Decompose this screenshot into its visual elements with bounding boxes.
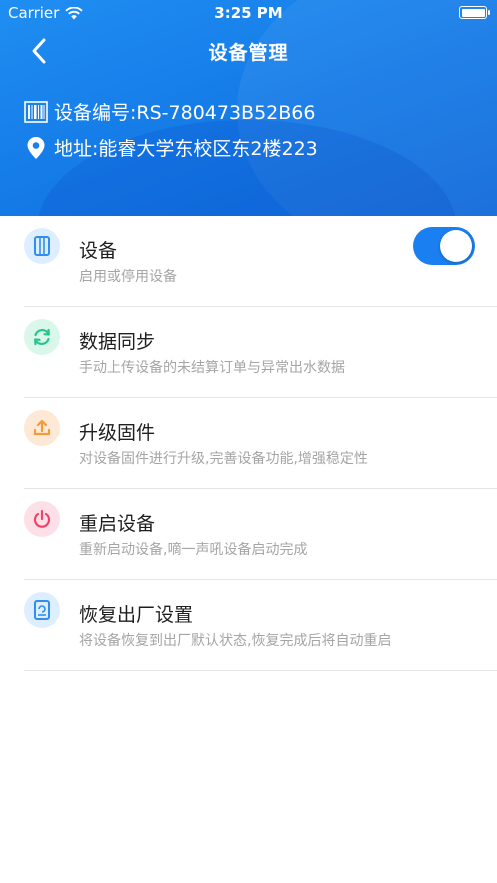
barcode-icon: [24, 100, 48, 124]
item-title: 重启设备: [79, 513, 156, 535]
upload-icon: [24, 410, 60, 446]
status-time: 3:25 PM: [214, 4, 283, 22]
item-description: 对设备固件进行升级,完善设备功能,增强稳定性: [79, 451, 368, 467]
battery-icon: [459, 6, 490, 19]
sync-icon: [24, 319, 60, 355]
location-pin-icon: [24, 136, 48, 160]
device-address-row: 地址:能睿大学东校区东2楼223: [24, 134, 318, 161]
header: Carrier 3:25 PM 设备管理 设备编号:RS-780473B52B6…: [0, 0, 497, 216]
list-item-upgrade-firmware[interactable]: 升级固件 对设备固件进行升级,完善设备功能,增强稳定性: [0, 398, 497, 489]
list-item-factory-reset[interactable]: 恢复出厂设置 将设备恢复到出厂默认状态,恢复完成后将自动重启: [0, 580, 497, 671]
divider: [24, 670, 497, 671]
item-title: 设备: [79, 240, 118, 262]
device-id-row: 设备编号:RS-780473B52B66: [24, 98, 315, 125]
item-description: 将设备恢复到出厂默认状态,恢复完成后将自动重启: [79, 633, 392, 649]
status-bar: Carrier 3:25 PM: [0, 0, 497, 26]
page-title: 设备管理: [208, 42, 289, 64]
device-icon: [24, 228, 60, 264]
list-item-data-sync[interactable]: 数据同步 手动上传设备的未结算订单与异常出水数据: [0, 307, 497, 398]
reset-icon: [24, 592, 60, 628]
item-title: 恢复出厂设置: [79, 604, 194, 626]
item-title: 升级固件: [79, 422, 156, 444]
device-enable-toggle[interactable]: [413, 227, 475, 265]
settings-list: 设备 启用或停用设备 数据同步 手动上传设备的未结算订单与异常出水数据 升级固件…: [0, 216, 497, 671]
nav-bar: 设备管理: [0, 28, 497, 74]
device-id-text: 设备编号:RS-780473B52B66: [54, 102, 316, 124]
list-item-device: 设备 启用或停用设备: [0, 216, 497, 307]
device-address-text: 地址:能睿大学东校区东2楼223: [54, 138, 318, 160]
list-item-restart-device[interactable]: 重启设备 重新启动设备,嘀一声吼设备启动完成: [0, 489, 497, 580]
item-description: 手动上传设备的未结算订单与异常出水数据: [79, 360, 345, 376]
item-description: 启用或停用设备: [79, 269, 177, 285]
item-title: 数据同步: [79, 331, 156, 353]
item-description: 重新启动设备,嘀一声吼设备启动完成: [79, 542, 308, 558]
power-icon: [24, 501, 60, 537]
